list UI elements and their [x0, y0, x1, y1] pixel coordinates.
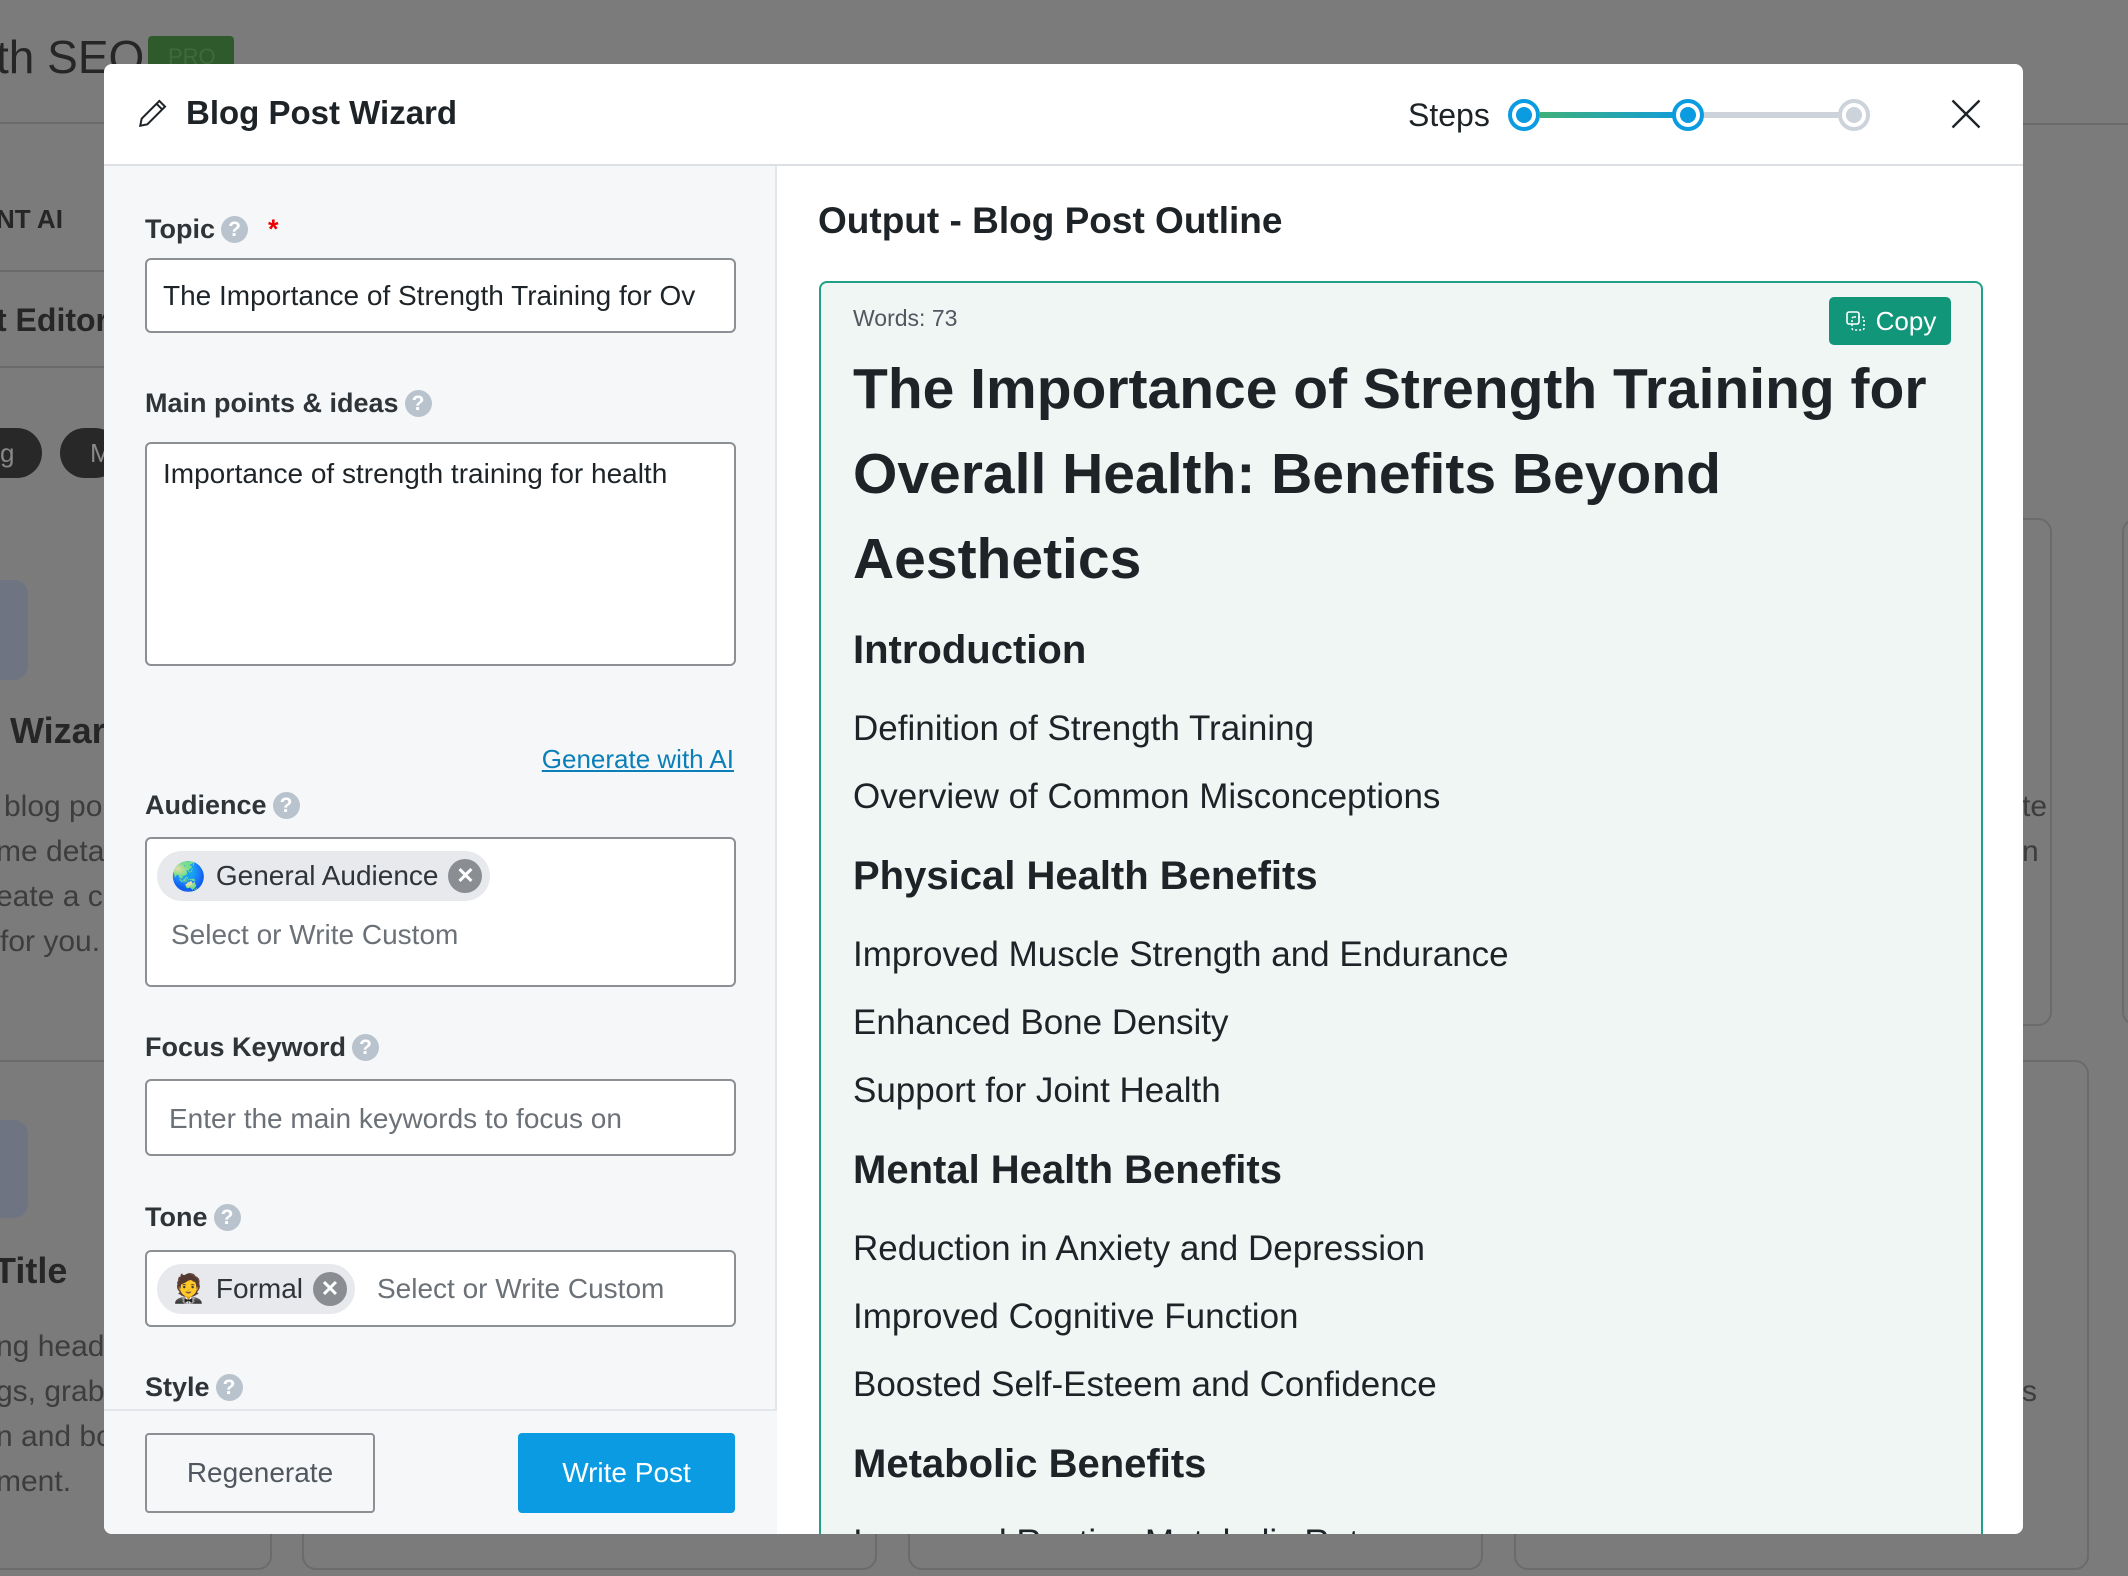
- step-1[interactable]: [1508, 99, 1540, 131]
- help-icon[interactable]: ?: [215, 1374, 243, 1401]
- main-points-textarea[interactable]: Importance of strength training for heal…: [145, 442, 736, 666]
- card-title: Wizar: [10, 710, 106, 751]
- step-progress-complete: [1540, 112, 1692, 118]
- section-heading: Physical Health Benefits: [853, 854, 1318, 898]
- person-in-tuxedo-icon: 🤵: [171, 1273, 206, 1304]
- remove-chip-icon[interactable]: ✕: [448, 859, 483, 893]
- tone-chip: 🤵 Formal ✕: [157, 1263, 355, 1314]
- focus-keyword-input[interactable]: Enter the main keywords to focus on: [145, 1079, 736, 1156]
- step-progress-pending: [1704, 112, 1854, 118]
- close-icon[interactable]: [1948, 96, 1984, 132]
- section-heading: Introduction: [853, 628, 1087, 672]
- help-icon[interactable]: ?: [221, 216, 248, 243]
- output-heading: Output - Blog Post Outline: [818, 200, 1283, 241]
- card-text: n: [2022, 835, 2039, 868]
- outline-content: The Importance of Strength Training for …: [853, 347, 1949, 1534]
- audience-chip: 🌏 General Audience ✕: [157, 851, 491, 901]
- outline-item: Definition of Strength Training: [853, 709, 1315, 748]
- divider: [0, 366, 104, 368]
- tone-select[interactable]: 🤵 Formal ✕ Select or Write Custom: [145, 1250, 736, 1327]
- output-box: Words: 73 Copy The Importance of Strengt…: [819, 281, 1983, 1534]
- outline-item: Improved Cognitive Function: [853, 1297, 1299, 1336]
- audience-chip-label: General Audience: [215, 860, 439, 891]
- outline-item: Improved Muscle Strength and Endurance: [853, 935, 1509, 974]
- modal-header: Blog Post Wizard Steps: [104, 64, 2023, 166]
- card-text: for you.: [0, 925, 101, 958]
- divider: [2023, 123, 2128, 125]
- audience-label-text: Audience: [145, 790, 267, 820]
- audience-select[interactable]: 🌏 General Audience ✕ Select or Write Custo…: [145, 837, 736, 987]
- regenerate-button[interactable]: Regenerate: [145, 1433, 375, 1513]
- focus-keyword-label-text: Focus Keyword: [145, 1032, 347, 1062]
- required-mark: *: [268, 214, 279, 244]
- tone-label-text: Tone: [145, 1202, 208, 1232]
- audience-placeholder[interactable]: Select or Write Custom: [171, 919, 724, 951]
- section-heading: Mental Health Benefits: [853, 1148, 1282, 1192]
- help-icon[interactable]: ?: [352, 1034, 380, 1061]
- outline-item: Boosted Self-Esteem and Confidence: [853, 1365, 1437, 1404]
- topic-label: Topic? *: [145, 214, 279, 245]
- card-text: eate a co: [0, 880, 120, 913]
- remove-chip-icon[interactable]: ✕: [313, 1271, 347, 1306]
- globe-icon: 🌏: [171, 860, 206, 892]
- form-panel: Topic? * The Importance of Strength Train…: [104, 166, 777, 1534]
- modal-title: Blog Post Wizard: [186, 94, 458, 131]
- card-text: s: [2022, 1375, 2037, 1408]
- card: [2122, 518, 2128, 1026]
- copy-label: Copy: [1875, 305, 1937, 336]
- divider: [0, 270, 104, 272]
- card-text: blog po: [4, 790, 103, 823]
- copy-icon: [1845, 311, 1865, 331]
- copy-button[interactable]: Copy: [1829, 297, 1951, 345]
- step-2[interactable]: [1672, 99, 1704, 131]
- nav-item: t Editor: [0, 302, 108, 338]
- style-label-text: Style: [145, 1372, 210, 1402]
- style-label: Style?: [145, 1372, 243, 1403]
- topic-label-text: Topic: [145, 214, 215, 244]
- topic-input[interactable]: The Importance of Strength Training for …: [145, 258, 736, 333]
- card-text: me deta: [0, 835, 105, 868]
- section-heading: Metabolic Benefits: [853, 1442, 1207, 1486]
- word-count: Words: 73: [853, 305, 958, 331]
- step-3[interactable]: [1838, 99, 1870, 131]
- tone-chip-label: Formal: [215, 1272, 303, 1304]
- outline-item: Reduction in Anxiety and Depression: [853, 1229, 1426, 1268]
- help-icon[interactable]: ?: [213, 1204, 241, 1231]
- outline-item: Support for Joint Health: [853, 1071, 1221, 1110]
- blog-post-wizard-modal: Blog Post Wizard Steps Topic? * The Impor…: [104, 64, 2023, 1534]
- card-text: te: [2022, 790, 2048, 823]
- main-points-label-text: Main points & ideas: [145, 388, 399, 418]
- help-icon[interactable]: ?: [272, 792, 300, 819]
- form-footer: Regenerate Write Post: [104, 1409, 777, 1534]
- steps-label: Steps: [1408, 97, 1490, 133]
- outline-item: Overview of Common Misconceptions: [853, 777, 1441, 816]
- generate-with-ai-link[interactable]: Generate with AI: [542, 744, 734, 775]
- divider: [0, 122, 104, 124]
- outline-item: Increased Resting Metabolic Rate: [853, 1509, 1949, 1534]
- audience-label: Audience?: [145, 790, 300, 821]
- pencil-icon: [138, 99, 167, 128]
- main-points-label: Main points & ideas?: [145, 388, 432, 419]
- card-icon: [0, 580, 28, 680]
- nav-item: NT AI: [0, 204, 63, 234]
- tone-label: Tone?: [145, 1202, 241, 1233]
- focus-keyword-label: Focus Keyword?: [145, 1032, 380, 1063]
- outline-item: Enhanced Bone Density: [853, 1003, 1229, 1042]
- tone-placeholder[interactable]: Select or Write Custom: [377, 1273, 664, 1305]
- write-post-button[interactable]: Write Post: [518, 1433, 735, 1513]
- help-icon[interactable]: ?: [404, 390, 432, 417]
- filter-pill: g: [0, 428, 42, 478]
- outline-title: The Importance of Strength Training for …: [853, 357, 1927, 591]
